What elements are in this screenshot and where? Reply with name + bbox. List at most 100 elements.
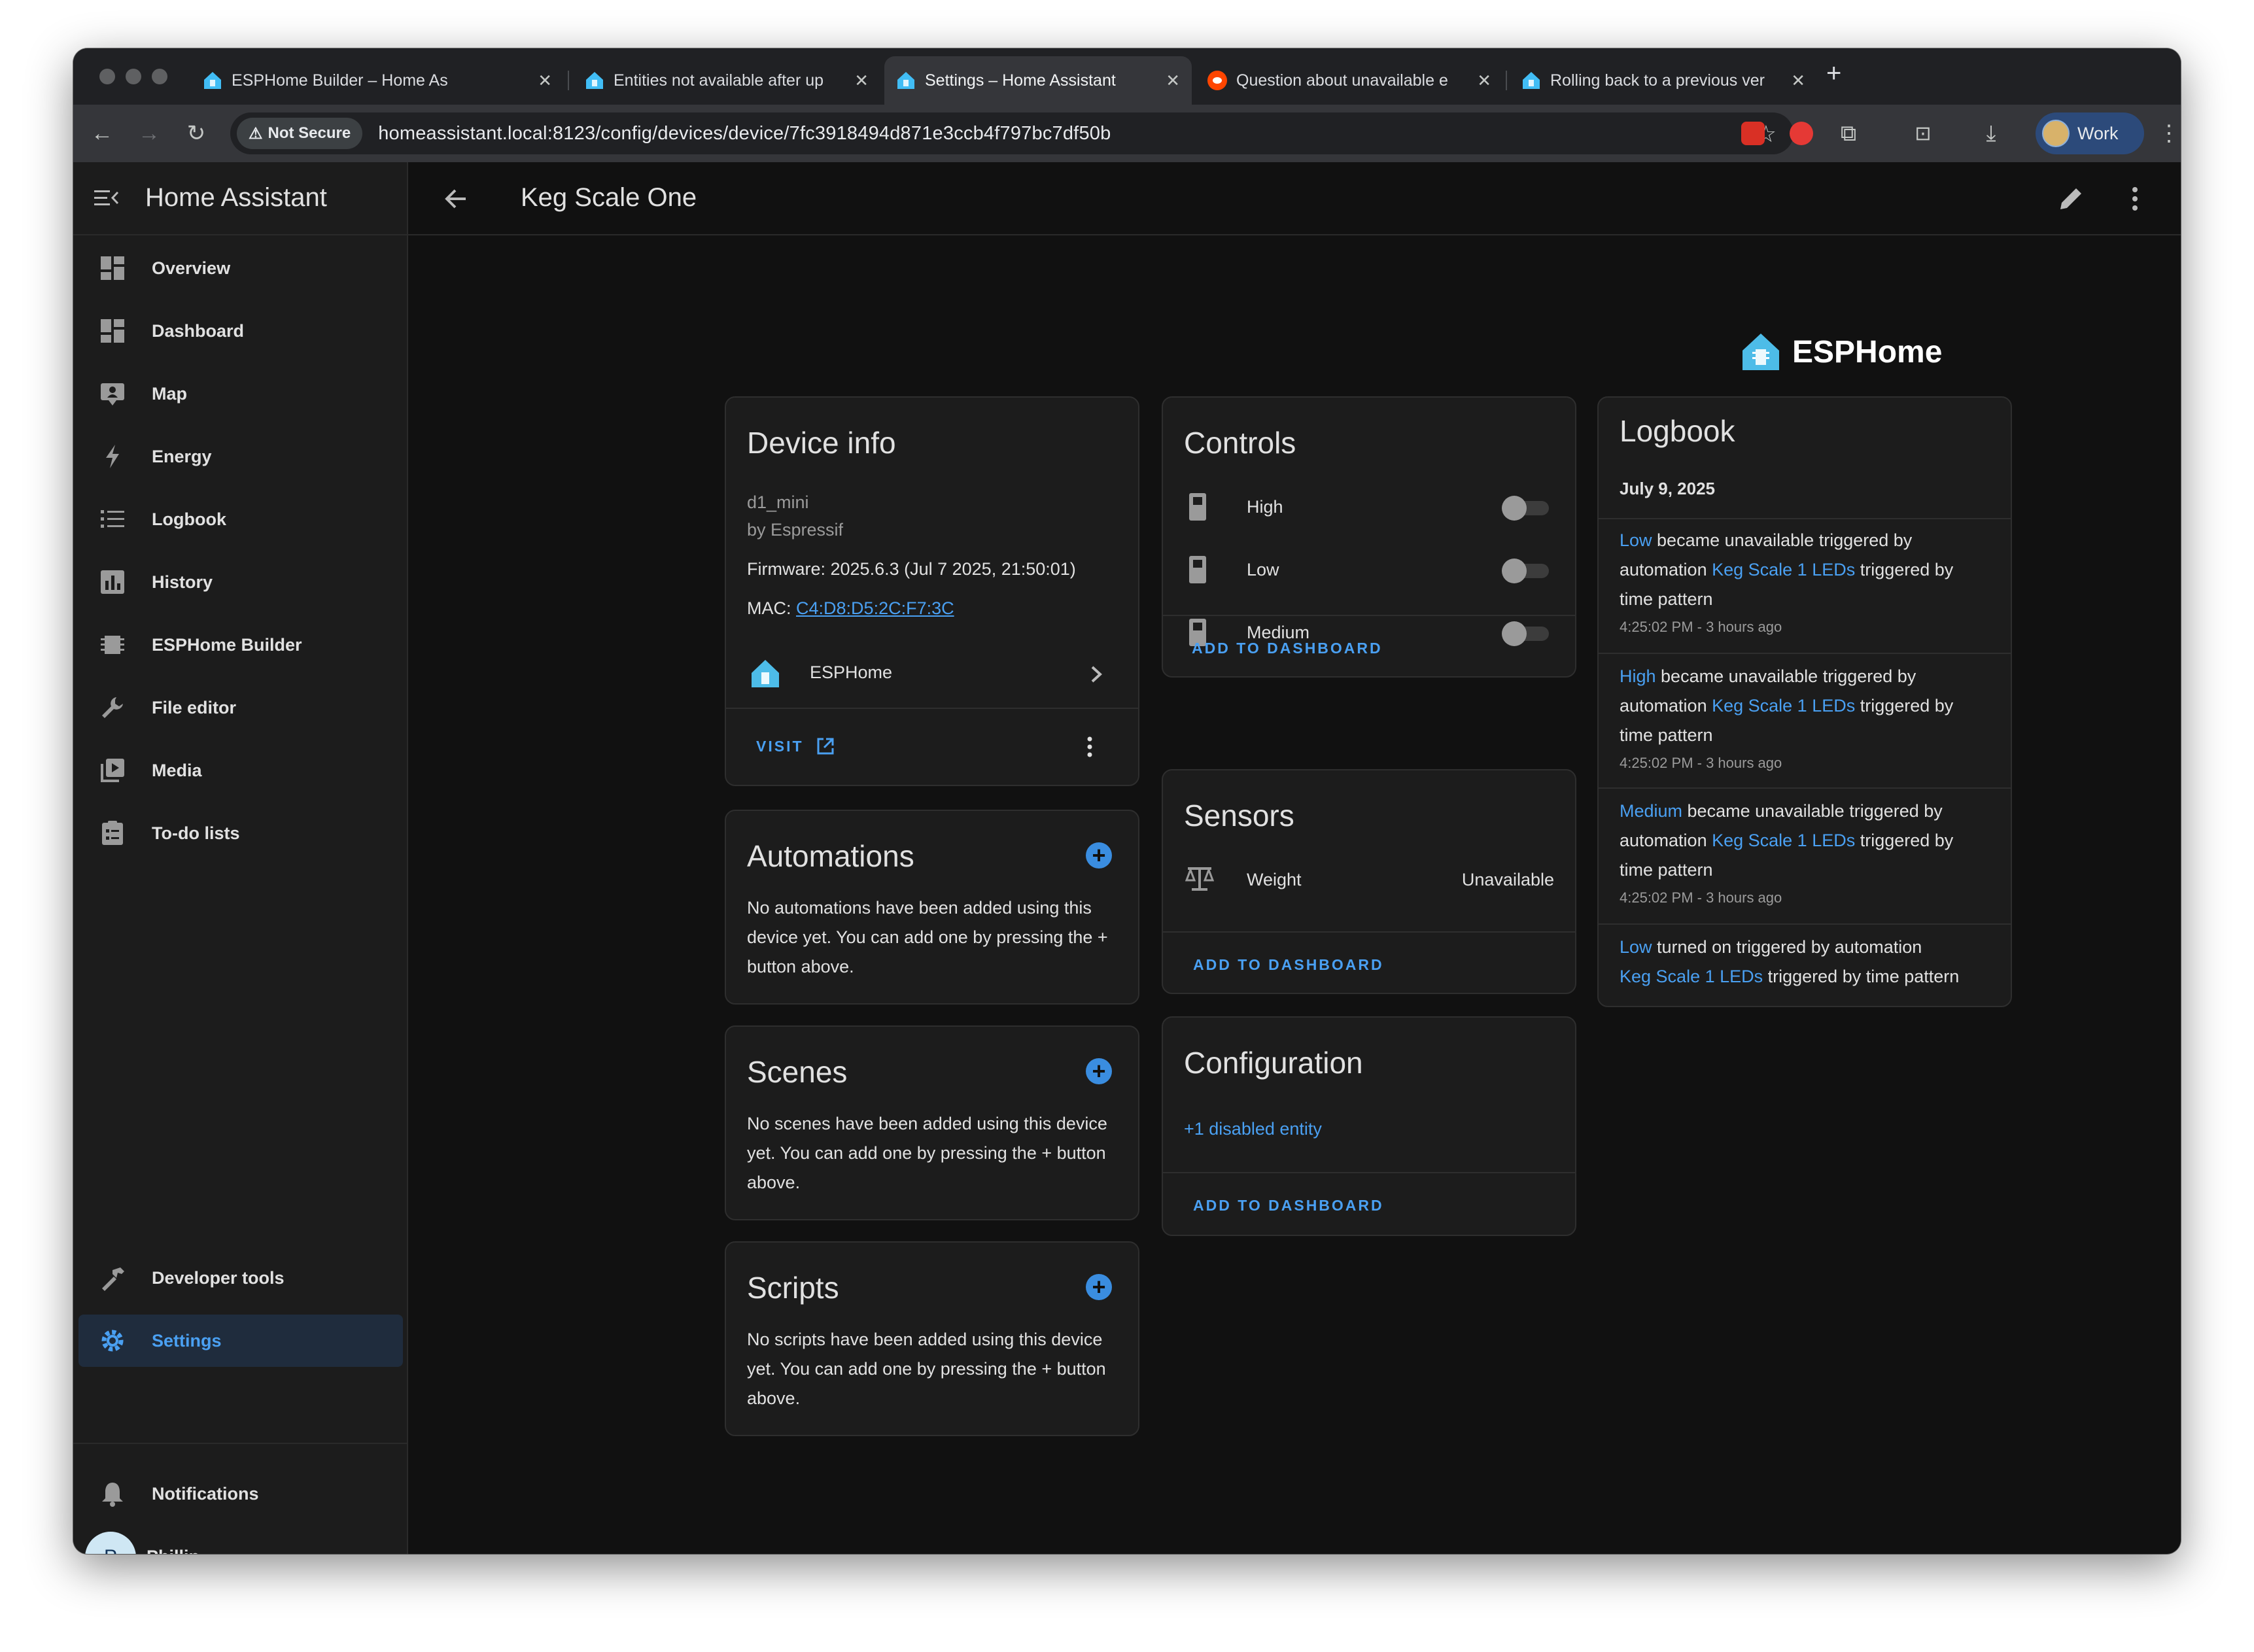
more-vert-icon[interactable] (2118, 182, 2152, 216)
toggle-switch[interactable] (1502, 621, 1549, 646)
more-vert-icon[interactable] (1077, 734, 1103, 760)
profile-avatar (2042, 120, 2070, 147)
card-divider (1599, 518, 2011, 519)
toggle-switch[interactable] (1502, 559, 1549, 583)
user-avatar[interactable]: P (85, 1532, 136, 1554)
entity-link[interactable]: Medium (1620, 801, 1682, 821)
home-assistant-icon (1523, 72, 1540, 89)
new-tab-icon[interactable]: + (1826, 59, 1841, 88)
sidebar-item-esphome-builder[interactable]: ESPHome Builder (78, 619, 403, 671)
automation-link[interactable]: Keg Scale 1 LEDs (1712, 560, 1855, 579)
control-row-medium[interactable]: Medium (1163, 610, 1575, 655)
media-icon (101, 759, 124, 782)
mac-link[interactable]: C4:D8:D5:2C:F7:3C (796, 598, 954, 618)
site-security-chip[interactable]: ⚠ Not Secure (237, 118, 363, 149)
profile-label: Work (2077, 123, 2119, 143)
tab-close-icon[interactable]: ✕ (1477, 71, 1491, 91)
tab-close-icon[interactable]: ✕ (1791, 71, 1805, 91)
card-title: Controls (1184, 426, 1296, 460)
tab-separator (1506, 71, 1507, 90)
entity-link[interactable]: Low (1620, 937, 1652, 957)
browser-menu-icon[interactable]: ⋮ (2151, 115, 2181, 152)
sidebar-item-notifications[interactable]: Notifications (78, 1468, 403, 1520)
pencil-icon[interactable] (2054, 182, 2088, 216)
sidebar-item-settings[interactable]: Settings (78, 1315, 403, 1367)
sidebar-item-developer-tools[interactable]: Developer tools (78, 1252, 403, 1304)
sidebar-item-energy[interactable]: Energy (78, 430, 403, 483)
device-info-card: Device info d1_mini by Espressif Firmwar… (725, 396, 1139, 786)
tab-search-icon[interactable]: ⊡ (1905, 115, 1941, 152)
sidebar-item-history[interactable]: History (78, 556, 403, 608)
scripts-empty-text: No scripts have been added using this de… (747, 1325, 1133, 1413)
controls-card: Controls High Low Medium (1162, 396, 1576, 678)
todo-icon (102, 821, 123, 845)
control-row-high[interactable]: High (1163, 484, 1575, 530)
tab-close-icon[interactable]: ✕ (538, 71, 552, 91)
entry-text: automation (1620, 696, 1712, 715)
add-script-button[interactable]: + (1086, 1274, 1112, 1300)
close-window-button[interactable] (99, 69, 115, 84)
sidebar-header: Home Assistant (73, 162, 407, 235)
sidebar-item-map[interactable]: Map (78, 368, 403, 420)
tab-separator (568, 71, 569, 90)
text-line: above. (747, 1388, 801, 1408)
scripts-card: Scripts + No scripts have been added usi… (725, 1241, 1139, 1436)
integration-row[interactable]: ESPHome (726, 646, 1138, 701)
extension-adblock-icon[interactable] (1790, 122, 1813, 145)
card-title: Logbook (1620, 414, 1735, 448)
tab-question-unavailable[interactable]: Question about unavailable e ✕ (1196, 56, 1503, 105)
sidebar-item-label: ESPHome Builder (152, 634, 302, 655)
logbook-date: July 9, 2025 (1620, 479, 1715, 498)
automation-link[interactable]: Keg Scale 1 LEDs (1712, 831, 1855, 850)
maximize-window-button[interactable] (152, 69, 167, 84)
entry-text: became unavailable triggered by (1682, 801, 1943, 821)
control-row-low[interactable]: Low (1163, 547, 1575, 593)
address-bar[interactable]: ⚠ Not Secure homeassistant.local:8123/co… (230, 112, 1794, 154)
add-to-dashboard-button[interactable]: ADD TO DASHBOARD (1193, 956, 1384, 974)
toggle-switch[interactable] (1502, 496, 1549, 521)
sidebar-item-logbook[interactable]: Logbook (78, 493, 403, 545)
automation-link[interactable]: Keg Scale 1 LEDs (1712, 696, 1855, 715)
sidebar-item-media[interactable]: Media (78, 744, 403, 797)
brand-name: ESPHome (1792, 334, 1943, 370)
tab-settings-home-assistant[interactable]: Settings – Home Assistant ✕ (884, 56, 1192, 105)
reload-icon[interactable]: ↻ (178, 115, 215, 152)
sidebar-item-user[interactable]: Phillip (136, 1530, 398, 1555)
sidebar-item-dashboard[interactable]: Dashboard (78, 305, 403, 357)
tab-entities-not-available[interactable]: Entities not available after up ✕ (573, 56, 880, 105)
logbook-entry: Low became unavailable triggered by auto… (1620, 526, 2011, 614)
visit-button[interactable]: VISIT (756, 736, 835, 756)
disabled-entities-link[interactable]: +1 disabled entity (1184, 1114, 1322, 1144)
entity-link[interactable]: Low (1620, 530, 1652, 550)
sidebar-item-todo-lists[interactable]: To-do lists (78, 807, 403, 859)
sidebar-item-file-editor[interactable]: File editor (78, 681, 403, 734)
add-scene-button[interactable]: + (1086, 1058, 1112, 1084)
automation-link[interactable]: Keg Scale 1 LEDs (1620, 967, 1763, 986)
add-to-dashboard-button[interactable]: ADD TO DASHBOARD (1193, 1197, 1384, 1214)
tab-close-icon[interactable]: ✕ (1166, 71, 1180, 91)
profile-chip[interactable]: Work (2036, 112, 2144, 154)
entity-link[interactable]: High (1620, 666, 1656, 686)
sensor-value: Unavailable (1461, 870, 1554, 889)
tab-close-icon[interactable]: ✕ (854, 71, 869, 91)
sidebar-item-label: Overview (152, 258, 231, 278)
forward-arrow-icon[interactable]: → (131, 115, 167, 152)
download-icon[interactable]: ⤓ (1973, 115, 2009, 152)
sidebar-item-overview[interactable]: Overview (78, 242, 403, 294)
device-mac-row: MAC: C4:D8:D5:2C:F7:3C (747, 594, 954, 623)
sensor-row-weight[interactable]: Weight Unavailable (1163, 857, 1575, 903)
tab-esphome-builder[interactable]: ESPHome Builder – Home As ✕ (191, 56, 564, 105)
menu-collapse-icon[interactable] (93, 184, 120, 212)
url-text[interactable]: homeassistant.local:8123/config/devices/… (378, 123, 1111, 145)
tab-rolling-back[interactable]: Rolling back to a previous ver ✕ (1510, 56, 1817, 105)
extension-password-icon[interactable] (1741, 122, 1765, 145)
add-automation-button[interactable]: + (1086, 842, 1112, 869)
extensions-puzzle-icon[interactable]: ⧉ (1830, 115, 1867, 152)
back-arrow-icon[interactable] (440, 182, 474, 216)
back-arrow-icon[interactable]: ← (84, 115, 120, 152)
minimize-window-button[interactable] (126, 69, 141, 84)
sensor-label: Weight (1247, 870, 1302, 889)
scale-icon (1185, 867, 1214, 891)
esphome-logo-icon (1743, 334, 1779, 370)
home-assistant-icon (586, 72, 603, 89)
